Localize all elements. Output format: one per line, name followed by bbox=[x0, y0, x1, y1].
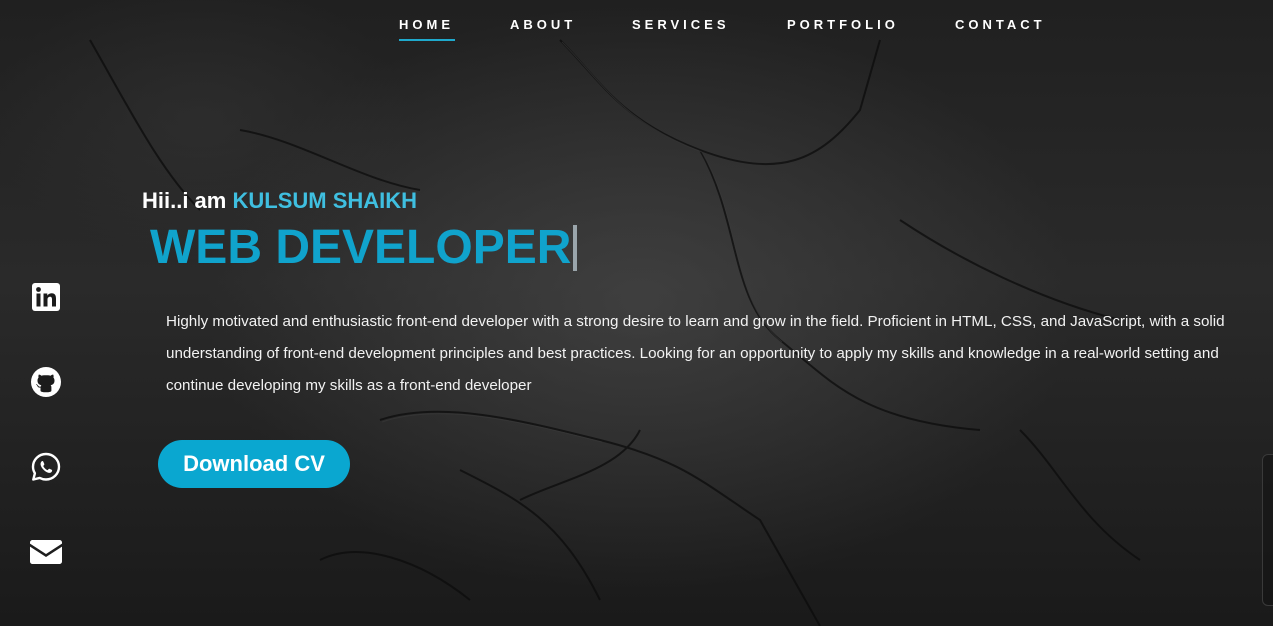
top-nav: HOME ABOUT SERVICES PORTFOLIO CONTACT bbox=[0, 0, 1273, 50]
hero-role: WEB DEVELOPER bbox=[150, 220, 578, 275]
nav-about[interactable]: ABOUT bbox=[510, 17, 576, 32]
email-link[interactable] bbox=[29, 535, 63, 569]
linkedin-icon bbox=[32, 283, 60, 311]
github-link[interactable] bbox=[29, 365, 63, 399]
greeting-prefix: Hii..i am bbox=[142, 188, 233, 213]
whatsapp-icon bbox=[31, 452, 61, 481]
hero-greeting: Hii..i am KULSUM SHAIKH bbox=[142, 188, 417, 214]
page: HOME ABOUT SERVICES PORTFOLIO CONTACT Hi… bbox=[0, 0, 1273, 626]
role-text: WEB DEVELOPER bbox=[150, 221, 572, 274]
nav-services[interactable]: SERVICES bbox=[632, 17, 730, 32]
mail-icon bbox=[30, 540, 62, 564]
hero-bio: Highly motivated and enthusiastic front-… bbox=[166, 313, 1225, 394]
nav-portfolio[interactable]: PORTFOLIO bbox=[787, 17, 899, 32]
nav-contact[interactable]: CONTACT bbox=[955, 17, 1046, 32]
side-panel-tab[interactable] bbox=[1262, 454, 1273, 606]
typing-cursor bbox=[573, 224, 578, 271]
github-icon bbox=[31, 367, 61, 397]
nav-home[interactable]: HOME bbox=[399, 17, 455, 41]
download-cv-button[interactable]: Download CV bbox=[158, 440, 350, 488]
linkedin-link[interactable] bbox=[29, 280, 63, 314]
hero-name: KULSUM SHAIKH bbox=[232, 188, 418, 213]
whatsapp-link[interactable] bbox=[29, 450, 63, 484]
